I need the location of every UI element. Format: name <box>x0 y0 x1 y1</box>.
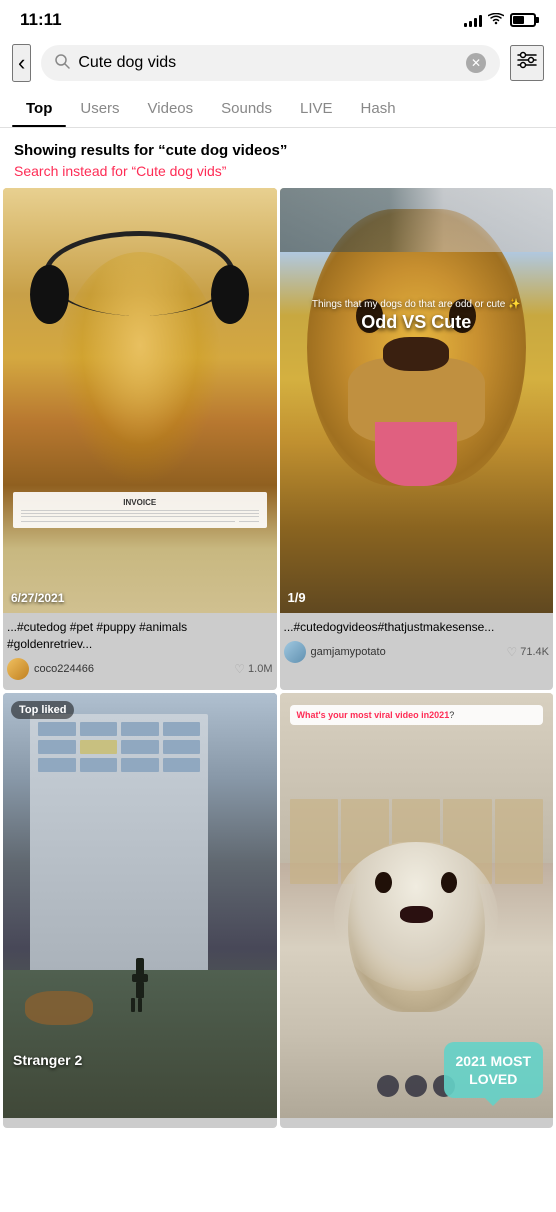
video-card-1[interactable]: INVOICE 6/27/2021 ...#cutedog #pet #pupp… <box>3 188 277 690</box>
year-question-text: What's your most viral video in <box>297 710 430 720</box>
video-thumbnail-4: What's your most viral video in2021? 202… <box>280 693 554 1118</box>
tab-top[interactable]: Top <box>12 90 66 127</box>
suggestion-link[interactable]: “Cute dog vids” <box>132 163 227 179</box>
filter-button[interactable] <box>510 45 544 81</box>
heart-icon-1: ♡ <box>234 662 245 676</box>
search-icon <box>55 54 70 73</box>
tabs-container: Top Users Videos Sounds LIVE Hash <box>0 90 556 128</box>
signal-icon <box>464 13 482 27</box>
status-time: 11:11 <box>20 10 62 30</box>
most-loved-bubble: 2021 MOSTLOVED <box>444 1042 543 1098</box>
invoice-overlay: INVOICE <box>13 492 267 528</box>
results-header: Showing results for “cute dog videos” Se… <box>0 128 556 185</box>
heart-icon-2: ♡ <box>506 645 517 659</box>
video-thumbnail-3: Top liked Stranger 2 <box>3 693 277 1118</box>
card-author-1: coco224466 <box>7 658 94 680</box>
author-name-2: gamjamypotato <box>311 646 386 658</box>
overlay-sub-text-2: Things that my dogs do that are odd or c… <box>293 299 539 310</box>
video-card-2[interactable]: Things that my dogs do that are odd or c… <box>280 188 554 690</box>
like-number-2: 71.4K <box>520 646 549 658</box>
card-tags-2: ...#cutedogvideos#thatjustmakesense... <box>284 619 550 636</box>
video-card-3[interactable]: Top liked Stranger 2 <box>3 693 277 1128</box>
card-spacer-4 <box>280 1118 554 1128</box>
card-author-row-2: gamjamypotato ♡ 71.4K <box>284 641 550 663</box>
like-count-2: ♡ 71.4K <box>506 645 549 659</box>
most-loved-text: 2021 MOSTLOVED <box>456 1053 531 1087</box>
battery-icon <box>510 13 536 27</box>
tab-sounds[interactable]: Sounds <box>207 90 286 127</box>
tab-videos[interactable]: Videos <box>134 90 208 127</box>
video-card-4[interactable]: What's your most viral video in2021? 202… <box>280 693 554 1128</box>
tabs: Top Users Videos Sounds LIVE Hash <box>0 90 556 127</box>
card-author-2: gamjamypotato <box>284 641 386 663</box>
like-count-1: ♡ 1.0M <box>234 662 272 676</box>
status-icons <box>464 12 536 28</box>
suggestion-prefix: Search instead for <box>14 163 132 179</box>
search-bar: ‹ ✕ <box>0 36 556 90</box>
card-info-2: ...#cutedogvideos#thatjustmakesense... g… <box>280 613 554 673</box>
card-tags-1: ...#cutedog #pet #puppy #animals #golden… <box>7 619 273 653</box>
card-spacer-3 <box>3 1118 277 1128</box>
counter-badge-2: 1/9 <box>288 590 306 605</box>
results-suggestion: Search instead for “Cute dog vids” <box>14 163 542 179</box>
year-highlight: 2021 <box>429 710 449 720</box>
search-input[interactable] <box>78 54 458 72</box>
stranger-label: Stranger 2 <box>13 1052 82 1068</box>
author-name-1: coco224466 <box>34 663 94 675</box>
like-number-1: 1.0M <box>248 663 272 675</box>
avatar-2 <box>284 641 306 663</box>
results-title: Showing results for “cute dog videos” <box>14 142 542 159</box>
status-bar: 11:11 <box>0 0 556 36</box>
year-question-overlay: What's your most viral video in2021? <box>290 705 544 725</box>
video-thumbnail-1: INVOICE 6/27/2021 <box>3 188 277 613</box>
tab-live[interactable]: LIVE <box>286 90 347 127</box>
overlay-text-2: Things that my dogs do that are odd or c… <box>293 299 539 333</box>
search-input-wrap[interactable]: ✕ <box>41 45 500 81</box>
video-thumbnail-2: Things that my dogs do that are odd or c… <box>280 188 554 613</box>
overlay-main-text-2: Odd VS Cute <box>293 312 539 333</box>
top-liked-badge: Top liked <box>11 701 74 719</box>
video-grid: INVOICE 6/27/2021 ...#cutedog #pet #pupp… <box>0 185 556 1131</box>
card-author-row-1: coco224466 ♡ 1.0M <box>7 658 273 680</box>
date-badge-1: 6/27/2021 <box>11 591 64 605</box>
wifi-icon <box>488 12 504 28</box>
tab-users[interactable]: Users <box>66 90 133 127</box>
avatar-1 <box>7 658 29 680</box>
clear-button[interactable]: ✕ <box>466 53 486 73</box>
tab-hashtags[interactable]: Hash <box>347 90 410 127</box>
back-button[interactable]: ‹ <box>12 44 31 82</box>
card-info-1: ...#cutedog #pet #puppy #animals #golden… <box>3 613 277 690</box>
